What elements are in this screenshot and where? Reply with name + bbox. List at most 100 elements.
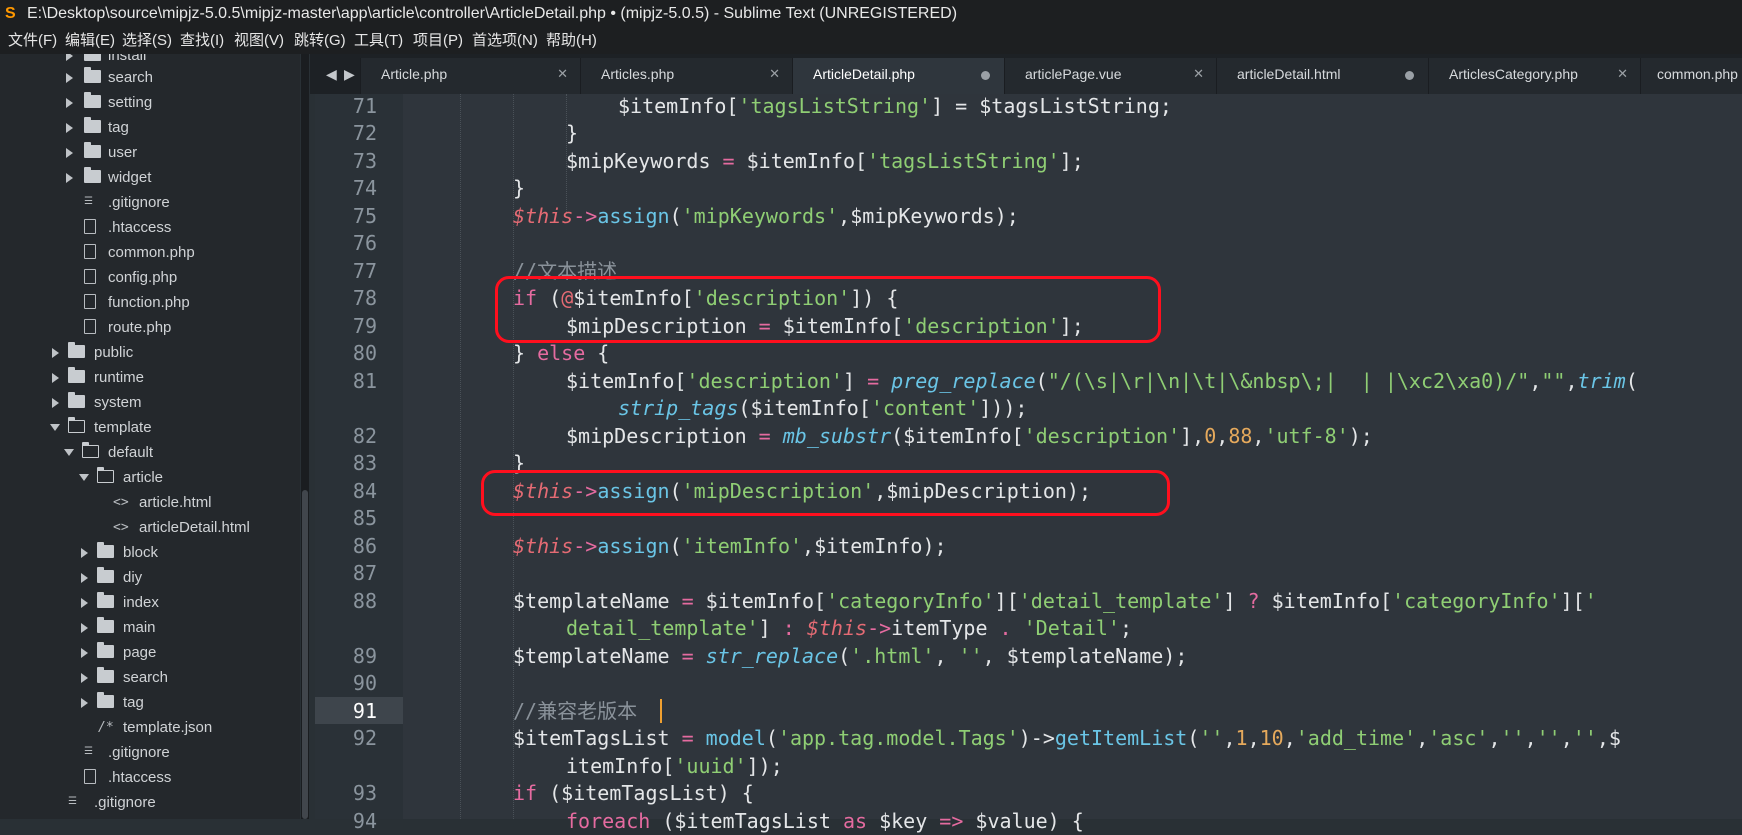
expand-arrow-icon[interactable]: [81, 648, 88, 658]
tree-folder-widget[interactable]: widget: [0, 165, 300, 190]
menu-file[interactable]: 文件(F): [8, 28, 57, 54]
collapse-arrow-icon[interactable]: [79, 474, 89, 481]
tree-folder-page[interactable]: page: [0, 640, 300, 665]
menu-project[interactable]: 项目(P): [413, 28, 463, 54]
tree-file-common[interactable]: common.php: [0, 240, 300, 265]
token: detail_template': [566, 616, 759, 640]
tree-folder-search-2[interactable]: search: [0, 665, 300, 690]
tab-articledetail-php[interactable]: ArticleDetail.php: [792, 58, 1004, 94]
tab-articles-php[interactable]: Articles.php ✕: [580, 58, 792, 94]
token: ,: [1252, 424, 1265, 448]
expand-arrow-icon[interactable]: [81, 698, 88, 708]
tree-file-template-json[interactable]: /* template.json: [0, 715, 300, 740]
expand-arrow-icon[interactable]: [52, 348, 59, 358]
token: =: [681, 644, 694, 668]
token: ->: [573, 204, 598, 228]
tree-folder-public[interactable]: public: [0, 340, 300, 365]
tree-folder-default[interactable]: default: [0, 440, 300, 465]
file-icon: [84, 769, 96, 784]
expand-arrow-icon[interactable]: [81, 573, 88, 583]
expand-arrow-icon[interactable]: [52, 398, 59, 408]
tree-folder-tag-2[interactable]: tag: [0, 690, 300, 715]
tree-file-article-html[interactable]: <> article.html: [0, 490, 300, 515]
tree-folder-runtime[interactable]: runtime: [0, 365, 300, 390]
tree-label: search: [108, 69, 154, 86]
tree-file-config[interactable]: config.php: [0, 265, 300, 290]
line-number: 81: [352, 369, 377, 393]
menu-preferences[interactable]: 首选项(N): [472, 28, 538, 54]
expand-arrow-icon[interactable]: [81, 673, 88, 683]
expand-arrow-icon[interactable]: [66, 98, 73, 108]
tree-folder-template[interactable]: template: [0, 415, 300, 440]
collapse-arrow-icon[interactable]: [64, 449, 74, 456]
token: .: [999, 616, 1012, 640]
tree-label: index: [123, 594, 159, 611]
close-icon[interactable]: ✕: [769, 58, 780, 90]
token: $mipKeywords: [566, 149, 723, 173]
close-icon[interactable]: ✕: [1193, 58, 1204, 90]
line-number: 83: [352, 451, 377, 475]
expand-arrow-icon[interactable]: [52, 373, 59, 383]
sidebar-scrollbar-thumb[interactable]: [302, 490, 308, 819]
tab-article-php[interactable]: Article.php ✕: [360, 58, 580, 94]
tree-file-htaccess-2[interactable]: .htaccess: [0, 765, 300, 790]
tree-file-htaccess[interactable]: .htaccess: [0, 215, 300, 240]
expand-arrow-icon[interactable]: [66, 148, 73, 158]
tree-folder-block[interactable]: block: [0, 540, 300, 565]
menu-help[interactable]: 帮助(H): [546, 28, 597, 54]
code-line-72: }: [566, 120, 578, 147]
tab-prev-icon[interactable]: ◀: [326, 60, 337, 88]
token: {: [585, 341, 610, 365]
token: "/(\s|\r|\n|\t|\&nbsp\;| | |\xc2\xa0)/": [1047, 369, 1530, 393]
tree-file-gitignore-3[interactable]: ☰ .gitignore: [0, 790, 300, 815]
close-icon[interactable]: ✕: [1617, 58, 1628, 90]
menu-view[interactable]: 视图(V): [234, 28, 284, 54]
token: 'itemInfo': [681, 534, 803, 558]
modified-dot-icon[interactable]: [981, 71, 990, 80]
tree-folder-diy[interactable]: diy: [0, 565, 300, 590]
tree-folder-system[interactable]: system: [0, 390, 300, 415]
tree-file-gitignore-2[interactable]: ☰ .gitignore: [0, 740, 300, 765]
token: $templateName: [513, 589, 682, 613]
folder-icon: [97, 542, 114, 558]
expand-arrow-icon[interactable]: [66, 173, 73, 183]
tab-articlescategory-php[interactable]: ArticlesCategory.php ✕: [1428, 58, 1640, 94]
tree-folder-article[interactable]: article: [0, 465, 300, 490]
token: ]));: [979, 396, 1028, 420]
collapse-arrow-icon[interactable]: [50, 424, 60, 431]
tree-file-route[interactable]: route.php: [0, 315, 300, 340]
tree-file-function[interactable]: function.php: [0, 290, 300, 315]
menu-selection[interactable]: 选择(S): [122, 28, 172, 54]
expand-arrow-icon[interactable]: [81, 548, 88, 558]
tree-folder-setting[interactable]: setting: [0, 90, 300, 115]
token: $templateName: [513, 644, 682, 668]
expand-arrow-icon[interactable]: [66, 54, 73, 61]
modified-dot-icon[interactable]: [1405, 71, 1414, 80]
code-line-89: $templateName = str_replace('.html', '',…: [513, 643, 1187, 670]
token: $key: [867, 809, 940, 833]
menu-goto[interactable]: 跳转(G): [294, 28, 346, 54]
tab-common-php[interactable]: common.php: [1640, 58, 1742, 94]
tree-folder-user[interactable]: user: [0, 140, 300, 165]
menu-find[interactable]: 查找(I): [180, 28, 224, 54]
tree-file-articledetail-html[interactable]: <> articleDetail.html: [0, 515, 300, 540]
folder-icon: [97, 692, 114, 708]
tree-folder-tag[interactable]: tag: [0, 115, 300, 140]
token: mb_substr: [782, 424, 892, 448]
token: (: [1187, 726, 1200, 750]
token: (: [1625, 369, 1638, 393]
menu-edit[interactable]: 编辑(E): [65, 28, 115, 54]
tab-articlepage-vue[interactable]: articlePage.vue ✕: [1004, 58, 1216, 94]
tree-folder-main[interactable]: main: [0, 615, 300, 640]
tab-next-icon[interactable]: ▶: [344, 60, 355, 88]
expand-arrow-icon[interactable]: [66, 73, 73, 83]
menu-tools[interactable]: 工具(T): [354, 28, 403, 54]
close-icon[interactable]: ✕: [557, 58, 568, 90]
tree-file-gitignore[interactable]: ☰ .gitignore: [0, 190, 300, 215]
tree-folder-search[interactable]: search: [0, 65, 300, 90]
expand-arrow-icon[interactable]: [66, 123, 73, 133]
expand-arrow-icon[interactable]: [81, 623, 88, 633]
expand-arrow-icon[interactable]: [81, 598, 88, 608]
tab-articledetail-html[interactable]: articleDetail.html: [1216, 58, 1428, 94]
tree-folder-index[interactable]: index: [0, 590, 300, 615]
